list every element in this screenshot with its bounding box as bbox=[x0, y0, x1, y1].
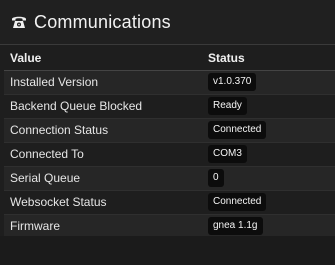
table-row: Firmware gnea 1.1g bbox=[4, 214, 335, 238]
table-row: Installed Version v1.0.370 bbox=[4, 70, 335, 94]
table-row: Connected To COM3 bbox=[4, 142, 335, 166]
table-row: Connection Status Connected bbox=[4, 118, 335, 142]
row-label: Firmware bbox=[10, 219, 60, 233]
status-badge: COM3 bbox=[208, 145, 247, 163]
row-label: Backend Queue Blocked bbox=[10, 99, 143, 113]
communications-table: Value Status Installed Version v1.0.370 … bbox=[4, 46, 335, 239]
status-badge: gnea 1.1g bbox=[208, 217, 263, 235]
status-badge: Ready bbox=[208, 97, 247, 115]
panel-header: Communications bbox=[0, 0, 335, 45]
column-header-status: Status bbox=[206, 46, 335, 71]
row-label: Serial Queue bbox=[10, 171, 81, 185]
table-header-row: Value Status bbox=[4, 46, 335, 71]
status-badge: 0 bbox=[208, 169, 224, 187]
row-label: Installed Version bbox=[10, 75, 99, 89]
status-badge: Connected bbox=[208, 121, 267, 139]
table-row: Serial Queue 0 bbox=[4, 166, 335, 190]
panel-title: Communications bbox=[34, 11, 171, 32]
column-header-value: Value bbox=[4, 46, 206, 71]
telephone-icon bbox=[10, 13, 28, 31]
table-row: Websocket Status Connected bbox=[4, 190, 335, 214]
row-label: Connection Status bbox=[10, 123, 109, 137]
row-label: Websocket Status bbox=[10, 195, 107, 209]
table-row: Backend Queue Blocked Ready bbox=[4, 94, 335, 118]
status-badge: v1.0.370 bbox=[208, 73, 257, 91]
row-label: Connected To bbox=[10, 147, 84, 161]
communications-panel: Communications Value Status Installed Ve… bbox=[0, 0, 335, 265]
panel-footer-space bbox=[0, 236, 335, 265]
status-badge: Connected bbox=[208, 193, 267, 211]
